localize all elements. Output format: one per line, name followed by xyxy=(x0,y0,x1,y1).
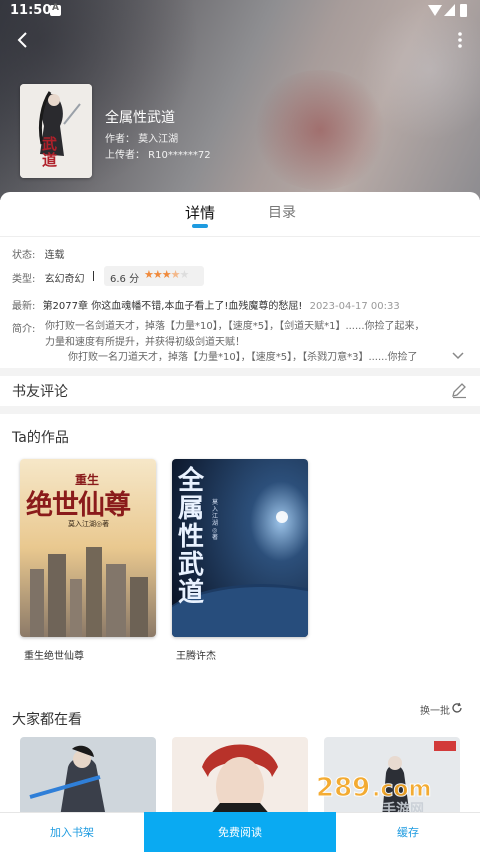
popular-card-1[interactable] xyxy=(20,737,156,817)
works-title: Ta的作品 xyxy=(12,430,69,446)
work-cover-2-title: 全属性武道 xyxy=(178,466,205,608)
more-options-icon[interactable] xyxy=(452,30,468,50)
chevron-down-icon[interactable] xyxy=(452,351,464,361)
star-icon: ★ xyxy=(144,268,154,281)
latest-label: 最新: xyxy=(12,301,36,312)
svg-text:.com: .com xyxy=(372,777,431,802)
tab-details[interactable]: 详情 xyxy=(185,202,215,223)
book-uploader: 上传者： R10******72 xyxy=(105,150,211,161)
notification-icon xyxy=(50,3,61,16)
intro-label-row: 简介: xyxy=(12,320,35,335)
star-icon: ★ xyxy=(161,268,172,281)
refresh-icon[interactable] xyxy=(451,702,463,714)
free-read-button[interactable]: 免费阅读 xyxy=(144,812,336,852)
type-value: 玄幻奇幻 xyxy=(44,274,85,285)
add-to-shelf-button[interactable]: 加入书架 xyxy=(0,813,144,852)
star-empty-icon: ★ xyxy=(179,268,190,281)
work-name-1[interactable]: 重生绝世仙尊 xyxy=(24,647,84,662)
latest-row[interactable]: 最新: 第2077章 你这血魂幡不错,本血子看上了!血残魔尊的愁屈! 2023-… xyxy=(12,297,400,312)
type-row: 类型: 玄幻奇幻 xyxy=(12,270,85,285)
battery-icon xyxy=(460,4,467,17)
popular-card-2[interactable] xyxy=(172,737,308,817)
work-cover-2-author: 莫入江湖◎著 xyxy=(212,499,219,541)
section-separator xyxy=(0,406,480,414)
comments-title: 书友评论 xyxy=(12,384,68,400)
tab-catalog[interactable]: 目录 xyxy=(268,202,296,222)
popular-cover-2 xyxy=(172,737,308,817)
book-author: 作者： 莫入江湖 xyxy=(105,134,179,145)
back-icon[interactable] xyxy=(13,30,33,50)
latest-chapter[interactable]: 第2077章 你这血魂幡不错,本血子看上了!血残魔尊的愁屈! xyxy=(43,301,303,312)
latest-time: 2023-04-17 00:33 xyxy=(309,301,400,312)
wifi-icon xyxy=(428,5,442,16)
rating-stars: ★★★★★ xyxy=(144,268,190,281)
work-cover-1-title: 绝世仙尊 xyxy=(26,490,131,521)
status-icons xyxy=(428,4,468,18)
book-cover-title: 武道 xyxy=(42,135,58,169)
cache-button[interactable]: 缓存 xyxy=(336,813,480,852)
tab-active-indicator xyxy=(192,224,208,228)
book-header: 11:50 武道 全属性武道 作者： 莫入江湖 上传者： R10******72 xyxy=(0,0,480,200)
rating-box: 6.6 分 ★★★★★ xyxy=(104,266,204,286)
intro-line-2: 力量和速度有所提升，并获得初级剑道天赋！ xyxy=(45,337,245,348)
refresh-button[interactable]: 换一批 xyxy=(420,702,450,717)
type-separator xyxy=(93,271,94,281)
star-half-icon: ★ xyxy=(170,268,181,281)
work-cover-1-author: 莫入江湖◎著 xyxy=(68,520,110,528)
work-card-2[interactable]: 全属性武道 莫入江湖◎著 xyxy=(172,459,308,637)
status-label: 状态: xyxy=(12,250,36,261)
bottom-action-bar: 加入书架 免费阅读 缓存 xyxy=(0,812,480,852)
status-value: 连载 xyxy=(44,250,65,261)
intro-line-1: 你打败一名剑道天才，掉落【力量*10】，【速度*5】，【剑道天赋*1】.....… xyxy=(45,321,425,332)
edit-comment-icon[interactable] xyxy=(450,381,468,399)
book-cover[interactable]: 武道 xyxy=(20,84,92,178)
star-icon: ★ xyxy=(152,268,163,281)
svg-text:289: 289 xyxy=(316,773,370,803)
detail-card: 详情 目录 状态: 连载 类型: 玄幻奇幻 6.6 分 ★★★★★ 最新: 第2… xyxy=(0,192,480,852)
rating-score: 6.6 分 xyxy=(110,274,140,285)
watermark-logo: 289 .com 手游网 xyxy=(316,773,432,819)
intro-label: 简介: xyxy=(12,324,36,335)
site-watermark: 289 .com 手游网 xyxy=(312,770,462,819)
section-separator xyxy=(0,368,480,376)
intro-line-3: 你打败一名刀道天才，掉落【力量*10】，【速度*5】，【杀戮刀意*3】.....… xyxy=(68,352,418,363)
signal-icon xyxy=(444,4,455,16)
status-time: 11:50 xyxy=(10,3,52,18)
type-label: 类型: xyxy=(12,274,36,285)
status-bar: 11:50 xyxy=(0,0,480,22)
book-title: 全属性武道 xyxy=(105,110,175,126)
popular-title: 大家都在看 xyxy=(12,712,82,728)
tab-divider xyxy=(0,236,480,237)
popular-cover-1 xyxy=(20,737,156,817)
status-row: 状态: 连载 xyxy=(12,246,65,261)
work-name-2[interactable]: 王腾许杰 xyxy=(176,647,216,662)
work-card-1[interactable]: 重生 绝世仙尊 莫入江湖◎著 xyxy=(20,459,156,637)
